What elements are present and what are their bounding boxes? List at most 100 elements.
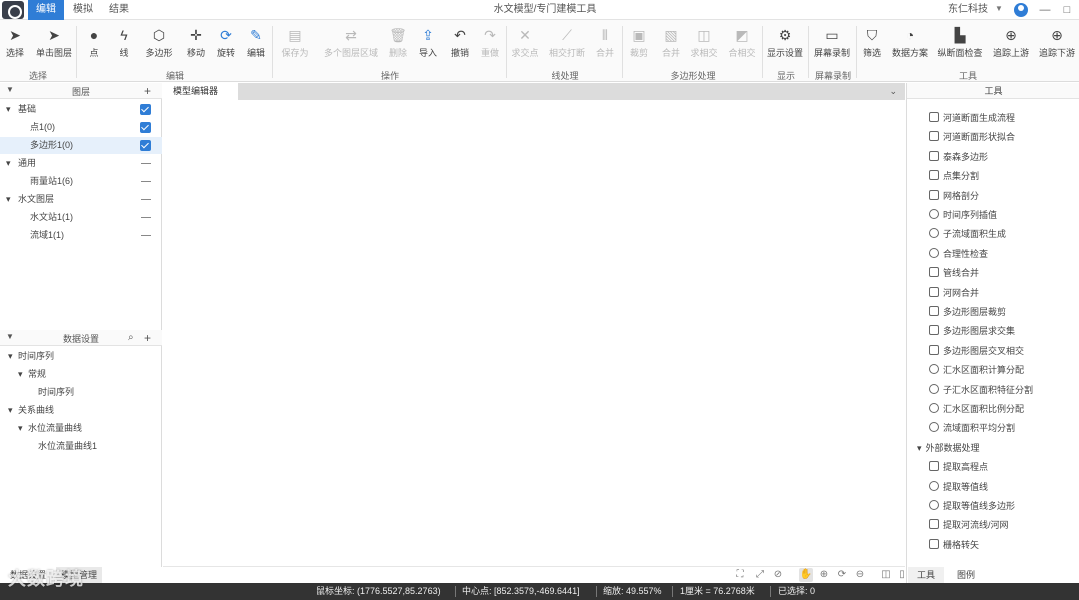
layer-row[interactable]: 水文站1(1) [0,209,162,226]
user-name[interactable]: 东仁科技 [948,0,988,20]
line-button[interactable]: ϟ线 [112,24,136,66]
expand-icon[interactable]: ▾ [917,443,922,453]
delete-button[interactable]: 🗑 删除 [386,24,410,66]
tab-simulate[interactable]: 模拟 [66,0,100,20]
save-as-button[interactable]: ▤ 保存为 [276,24,314,66]
tab-dropdown-icon[interactable]: ⌄ [889,83,897,100]
expand-icon[interactable]: ▾ [18,420,23,437]
tab-edit[interactable]: 编辑 [28,0,64,20]
tab-result[interactable]: 结果 [102,0,136,20]
move-button[interactable]: ✛ 移动 [184,24,208,66]
filter-button[interactable]: ⛉ 筛选 [860,24,884,66]
expand-icon[interactable]: ▾ [8,402,13,419]
search-icon[interactable]: ⌕ [128,330,134,346]
tool-item[interactable]: 网格剖分 [907,187,1079,206]
polygon-button[interactable]: ⬡ 多边形 [144,24,174,66]
layer-row[interactable]: ▾ 水文图层 [0,191,162,208]
tool-item[interactable]: 河网合并 [907,284,1079,303]
tool-item[interactable]: 时间序列插值 [907,206,1079,225]
data-row[interactable]: ▾ 常规 [0,366,162,383]
intersect-point-button[interactable]: ✕ 求交点 [510,24,540,66]
point-button[interactable]: ● 点 [82,24,106,66]
zoom-out-icon[interactable]: ⊖ [853,568,867,582]
tool-item[interactable]: 子流域面积生成 [907,225,1079,244]
tool-item[interactable]: 提取高程点 [907,458,1079,477]
tool-item[interactable]: 点集分割 [907,167,1079,186]
maximize-button[interactable]: □ [1060,0,1074,20]
expand-icon[interactable]: ▾ [18,366,23,383]
expand-icon[interactable]: ▾ [6,101,11,118]
layer-row[interactable]: 流域1(1) [0,227,162,244]
layer-row[interactable]: 多边形1(0) [0,137,162,154]
avatar[interactable] [1014,3,1028,17]
layer-row[interactable]: 雨量站1(6) [0,173,162,190]
tab-tools[interactable]: 工具 [908,567,944,583]
tool-item[interactable]: 多边形图层交叉相交 [907,342,1079,361]
zoom-box-icon[interactable]: ⊘ [771,568,785,582]
select-button[interactable]: ➤ 选择 [2,24,28,66]
clip-button[interactable]: ▣ 裁剪 [626,24,652,66]
edit-button[interactable]: ✎ 编辑 [244,24,268,66]
tool-item[interactable]: 流域面积平均分割 [907,419,1079,438]
tab-legend[interactable]: 图例 [948,567,984,583]
visibility-checkbox[interactable] [140,104,151,115]
add-layer-icon[interactable]: + [144,83,151,99]
tool-item[interactable]: 提取河流线/河网 [907,516,1079,535]
visibility-checkbox[interactable] [140,140,151,151]
expand-icon[interactable]: ▾ [6,191,11,208]
data-row[interactable]: ▾ 时间序列 [0,348,162,365]
visibility-toggle[interactable] [141,235,151,236]
split-view-icon[interactable]: ◫ [879,568,893,582]
profile-check-button[interactable]: ▙ 纵断面检查 [936,24,984,66]
zoom-in-icon[interactable]: ⊕ [817,568,831,582]
expand-icon[interactable]: ▾ [8,348,13,365]
tool-item[interactable]: 河道断面生成流程 [907,109,1079,128]
refresh-icon[interactable]: ⟳ [835,568,849,582]
data-scheme-button[interactable]: ◔ 数据方案 [890,24,930,66]
visibility-toggle[interactable] [141,199,151,200]
combine-button[interactable]: ◩ 合相交 [726,24,758,66]
add-data-icon[interactable]: + [144,330,151,346]
zoom-extent-icon[interactable]: ⤢ [753,568,767,582]
tool-item[interactable]: 汇水区面积比例分配 [907,400,1079,419]
tool-item[interactable]: 多边形图层裁剪 [907,303,1079,322]
visibility-toggle[interactable] [141,181,151,182]
split-button[interactable]: ⟋ 相交打断 [548,24,586,66]
display-settings-button[interactable]: ⚙ 显示设置 [766,24,804,66]
merge2-button[interactable]: ▧ 合并 [658,24,684,66]
trace-downstream-button[interactable]: ⊕ 追踪下游 [1036,24,1078,66]
app-logo[interactable] [2,1,24,19]
redo-button[interactable]: ↷ 重做 [478,24,502,66]
tool-item[interactable]: 河道断面形状拟合 [907,128,1079,147]
tool-item[interactable]: 提取等值线多边形 [907,497,1079,516]
select-layer-button[interactable]: ➤ 单击图层 [34,24,74,66]
screen-record-button[interactable]: ▭ 屏幕录制 [812,24,852,66]
multi-layer-button[interactable]: ⇄ 多个图层区域 [322,24,380,66]
tool-item[interactable]: 泰森多边形 [907,148,1079,167]
merge-button[interactable]: ⫴ 合并 [592,24,618,66]
expand-icon[interactable]: ▾ [6,155,11,172]
undo-button[interactable]: ↶ 撤销 [448,24,472,66]
tool-item[interactable]: 合理性检查 [907,245,1079,264]
tool-item[interactable]: 栅格转矢 [907,536,1079,555]
tool-item[interactable]: 子汇水区面积特征分割 [907,381,1079,400]
tool-item[interactable]: 提取等值线 [907,478,1079,497]
visibility-toggle[interactable] [141,217,151,218]
pan-icon[interactable]: ✋ [799,568,813,582]
data-row[interactable]: ▾ 水位流量曲线 [0,420,162,437]
minimize-button[interactable]: — [1038,0,1052,20]
tool-group-header[interactable]: ▾ 外部数据处理 [907,439,1079,458]
fullscreen-icon[interactable]: ⛶ [733,568,747,582]
layer-row[interactable]: ▾ 基础 [0,101,162,118]
user-menu-caret-icon[interactable]: ▼ [995,4,1003,13]
visibility-toggle[interactable] [141,163,151,164]
layer-row[interactable]: 点1(0) [0,119,162,136]
intersection-button[interactable]: ◫ 求相交 [688,24,720,66]
data-row[interactable]: 时间序列 [0,384,162,401]
layer-row[interactable]: ▾ 通用 [0,155,162,172]
rotate-button[interactable]: ⟳ 旋转 [214,24,238,66]
map-canvas[interactable] [163,100,905,566]
import-button[interactable]: ⇪ 导入 [416,24,440,66]
tool-item[interactable]: 管线合并 [907,264,1079,283]
visibility-checkbox[interactable] [140,122,151,133]
